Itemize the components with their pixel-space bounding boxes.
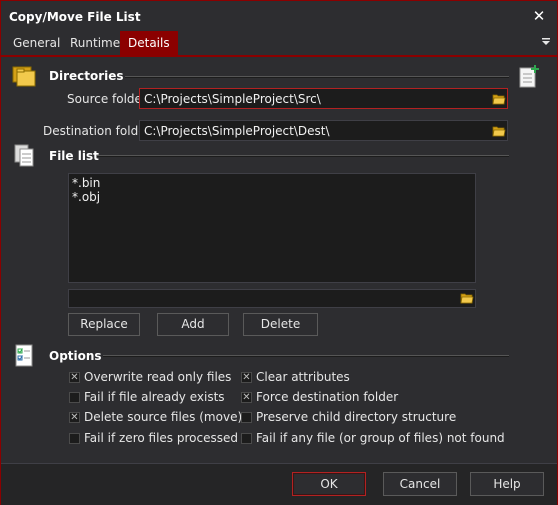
- destination-folder-field[interactable]: C:\Projects\SimpleProject\Dest\: [139, 120, 508, 141]
- check-mark-icon: ✕: [70, 372, 79, 383]
- open-folder-icon[interactable]: [492, 93, 506, 105]
- tab-bar: General Runtime Details: [1, 31, 557, 57]
- list-item[interactable]: *.obj: [72, 190, 472, 204]
- dialog-window: Copy/Move File List ✕ General Runtime De…: [0, 0, 558, 505]
- file-list-separator: [97, 155, 509, 157]
- preserve-child-structure-checkbox[interactable]: ✕: [241, 412, 252, 423]
- delete-source-files-checkbox[interactable]: ✕: [69, 412, 80, 423]
- add-button[interactable]: Add: [157, 313, 229, 336]
- preserve-child-structure-label: Preserve child directory structure: [256, 410, 457, 424]
- ok-button[interactable]: OK: [292, 472, 366, 496]
- file-list-box[interactable]: *.bin *.obj: [68, 173, 476, 283]
- tab-details[interactable]: Details: [120, 31, 178, 55]
- documents-icon: [14, 144, 34, 167]
- new-item-icon[interactable]: [517, 63, 541, 89]
- title-bar: Copy/Move File List ✕: [1, 1, 557, 31]
- delete-button[interactable]: Delete: [243, 313, 318, 336]
- list-item[interactable]: *.bin: [72, 176, 472, 190]
- replace-button[interactable]: Replace: [68, 313, 140, 336]
- clear-attributes-checkbox[interactable]: ✕: [241, 372, 252, 383]
- delete-source-files-label: Delete source files (move): [84, 410, 243, 424]
- fail-if-not-found-label: Fail if any file (or group of files) not…: [256, 431, 505, 445]
- window-title: Copy/Move File List: [9, 10, 141, 24]
- tab-menu-icon[interactable]: [539, 35, 553, 49]
- close-icon[interactable]: ✕: [529, 6, 549, 26]
- tab-runtime[interactable]: Runtime: [62, 31, 128, 55]
- folders-icon: [12, 66, 36, 87]
- directories-separator: [125, 76, 509, 78]
- file-list-title: File list: [49, 149, 99, 163]
- file-list-items: *.bin *.obj: [72, 176, 472, 204]
- force-destination-folder-checkbox[interactable]: ✕: [241, 392, 252, 403]
- source-folder-value: C:\Projects\SimpleProject\Src\: [144, 92, 321, 106]
- cancel-button[interactable]: Cancel: [383, 472, 457, 496]
- fail-if-zero-files-checkbox[interactable]: ✕: [69, 433, 80, 444]
- open-folder-icon[interactable]: [460, 292, 474, 304]
- fail-if-not-found-checkbox[interactable]: ✕: [241, 433, 252, 444]
- source-folder-field[interactable]: C:\Projects\SimpleProject\Src\: [139, 88, 508, 109]
- check-mark-icon: ✕: [70, 412, 79, 423]
- dialog-footer: OK Cancel Help: [1, 463, 557, 505]
- fail-if-exists-checkbox[interactable]: ✕: [69, 392, 80, 403]
- options-separator: [103, 355, 509, 357]
- check-mark-icon: ✕: [242, 372, 251, 383]
- destination-folder-value: C:\Projects\SimpleProject\Dest\: [144, 124, 330, 138]
- overwrite-read-only-checkbox[interactable]: ✕: [69, 372, 80, 383]
- destination-folder-label: Destination folder:: [43, 124, 155, 138]
- help-button[interactable]: Help: [470, 472, 544, 496]
- fail-if-exists-label: Fail if file already exists: [84, 390, 225, 404]
- overwrite-read-only-label: Overwrite read only files: [84, 370, 232, 384]
- clear-attributes-label: Clear attributes: [256, 370, 350, 384]
- directories-title: Directories: [49, 69, 124, 83]
- check-mark-icon: ✕: [242, 392, 251, 403]
- checklist-icon: [15, 344, 33, 367]
- fail-if-zero-files-label: Fail if zero files processed: [84, 431, 238, 445]
- tab-general[interactable]: General: [5, 31, 68, 55]
- force-destination-folder-label: Force destination folder: [256, 390, 399, 404]
- file-entry-input[interactable]: [68, 289, 476, 308]
- options-title: Options: [49, 349, 102, 363]
- open-folder-icon[interactable]: [492, 125, 506, 137]
